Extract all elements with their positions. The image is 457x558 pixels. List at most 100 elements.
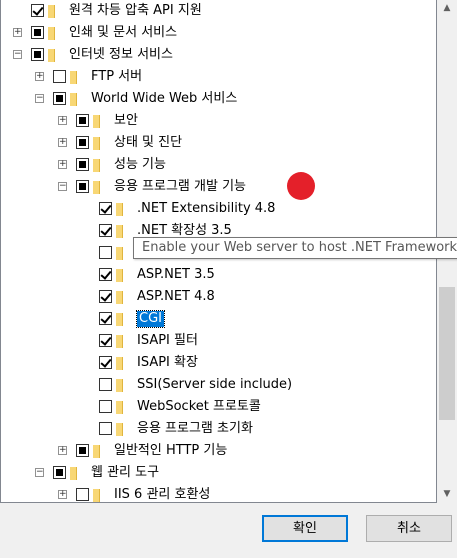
feature-checkbox[interactable] [99, 268, 112, 281]
feature-checkbox[interactable] [99, 378, 112, 391]
feature-checkbox[interactable] [31, 48, 44, 61]
folder-icon [93, 489, 100, 502]
feature-checkbox[interactable] [99, 312, 112, 325]
tree-item[interactable]: + 일반적인 HTTP 기능 [1, 440, 436, 462]
folder-icon [93, 115, 100, 128]
feature-checkbox[interactable] [76, 180, 89, 193]
red-marker-dot [287, 172, 315, 200]
feature-checkbox[interactable] [53, 70, 66, 83]
feature-checkbox[interactable] [31, 26, 44, 39]
folder-icon [48, 27, 55, 40]
feature-checkbox[interactable] [76, 114, 89, 127]
tree-item[interactable]: + 보안 [1, 110, 436, 132]
feature-checkbox[interactable] [99, 246, 112, 259]
expand-icon[interactable]: + [13, 28, 22, 37]
tooltip: Enable your Web server to host .NET Fram… [133, 237, 457, 259]
ok-button[interactable]: 확인 [262, 515, 348, 542]
tree-item[interactable]: SSI(Server side include) [1, 374, 436, 396]
tree-item[interactable]: ASP.NET 3.5 [1, 264, 436, 286]
folder-icon [93, 137, 100, 150]
expand-icon[interactable]: + [58, 116, 67, 125]
feature-checkbox[interactable] [53, 92, 66, 105]
scroll-thumb[interactable] [439, 287, 455, 420]
folder-icon [116, 335, 123, 348]
tree-item[interactable]: + 인쇄 및 문서 서비스 [1, 22, 436, 44]
tree-item-label[interactable]: FTP 서버 [91, 69, 142, 85]
tree-item-label[interactable]: 보안 [114, 113, 138, 129]
tree-item-label[interactable]: WebSocket 프로토콜 [137, 399, 261, 415]
folder-icon [70, 93, 77, 106]
tree-item[interactable]: − 응용 프로그램 개발 기능 [1, 176, 436, 198]
collapse-icon[interactable]: − [35, 94, 44, 103]
feature-checkbox[interactable] [76, 444, 89, 457]
tree-item[interactable]: + FTP 서버 [1, 66, 436, 88]
feature-checkbox[interactable] [99, 422, 112, 435]
tree-item-label[interactable]: IIS 6 관리 호환성 [114, 487, 210, 502]
feature-checkbox[interactable] [53, 466, 66, 479]
expand-icon[interactable]: + [58, 490, 67, 499]
feature-checkbox[interactable] [99, 224, 112, 237]
expand-icon[interactable]: + [58, 160, 67, 169]
tree-item-label[interactable]: ISAPI 필터 [137, 333, 198, 349]
cancel-button[interactable]: 취소 [366, 515, 452, 542]
feature-checkbox[interactable] [76, 136, 89, 149]
tree-item-label[interactable]: SSI(Server side include) [137, 377, 292, 393]
scroll-down-icon[interactable]: ▼ [437, 486, 457, 503]
feature-checkbox[interactable] [31, 4, 44, 17]
tree-item-label[interactable]: 원격 차등 압축 API 지원 [69, 3, 202, 19]
tree-item-label[interactable]: 성능 기능 [114, 157, 166, 173]
tree-item[interactable]: 응용 프로그램 초기화 [1, 418, 436, 440]
folder-icon [116, 269, 123, 282]
folder-icon [93, 445, 100, 458]
feature-checkbox[interactable] [99, 202, 112, 215]
tree-item-label[interactable]: ISAPI 확장 [137, 355, 198, 371]
tree-item-label[interactable]: World Wide Web 서비스 [91, 91, 237, 107]
tree-item[interactable]: ISAPI 확장 [1, 352, 436, 374]
folder-icon [116, 423, 123, 436]
tree-item[interactable]: ISAPI 필터 [1, 330, 436, 352]
feature-checkbox[interactable] [76, 158, 89, 171]
tree-item-label[interactable]: .NET Extensibility 4.8 [137, 201, 275, 217]
tree-item-label[interactable]: ASP.NET 3.5 [137, 267, 215, 283]
tree-item[interactable]: 원격 차등 압축 API 지원 [1, 0, 436, 22]
folder-icon [70, 467, 77, 480]
folder-icon [116, 401, 123, 414]
folder-icon [116, 247, 123, 260]
tree-item-label[interactable]: 일반적인 HTTP 기능 [114, 443, 227, 459]
folder-icon [48, 49, 55, 62]
tree-item-label[interactable]: ASP.NET 4.8 [137, 289, 215, 305]
tree-item[interactable]: WebSocket 프로토콜 [1, 396, 436, 418]
tree-item[interactable]: − World Wide Web 서비스 [1, 88, 436, 110]
feature-checkbox[interactable] [99, 356, 112, 369]
tree-item-label[interactable]: 응용 프로그램 초기화 [137, 421, 253, 437]
tree-item[interactable]: − 웹 관리 도구 [1, 462, 436, 484]
expand-icon[interactable]: + [58, 446, 67, 455]
folder-icon [116, 291, 123, 304]
tree-item-label[interactable]: 상태 및 진단 [114, 135, 182, 151]
scroll-up-icon[interactable]: ▲ [437, 0, 457, 17]
tree-item[interactable]: + 성능 기능 [1, 154, 436, 176]
tree-item-label[interactable]: CGI [136, 310, 165, 328]
folder-icon [116, 313, 123, 326]
folder-icon [93, 159, 100, 172]
tree-item-label[interactable]: 웹 관리 도구 [91, 465, 159, 481]
feature-checkbox[interactable] [99, 290, 112, 303]
collapse-icon[interactable]: − [58, 182, 67, 191]
collapse-icon[interactable]: − [35, 468, 44, 477]
tree-item[interactable]: CGI [1, 308, 436, 330]
feature-checkbox[interactable] [99, 334, 112, 347]
tree-item-label[interactable]: 인쇄 및 문서 서비스 [69, 25, 177, 41]
expand-icon[interactable]: + [35, 72, 44, 81]
feature-checkbox[interactable] [99, 400, 112, 413]
expand-icon[interactable]: + [58, 138, 67, 147]
folder-icon [93, 181, 100, 194]
tree-item[interactable]: .NET Extensibility 4.8 [1, 198, 436, 220]
tree-item-label[interactable]: 응용 프로그램 개발 기능 [114, 179, 246, 195]
tree-item[interactable]: + 상태 및 진단 [1, 132, 436, 154]
tree-item[interactable]: ASP.NET 4.8 [1, 286, 436, 308]
feature-checkbox[interactable] [76, 488, 89, 501]
tree-item[interactable]: − 인터넷 정보 서비스 [1, 44, 436, 66]
tree-item[interactable]: + IIS 6 관리 호환성 [1, 484, 436, 502]
tree-item-label[interactable]: 인터넷 정보 서비스 [69, 47, 173, 63]
collapse-icon[interactable]: − [13, 50, 22, 59]
